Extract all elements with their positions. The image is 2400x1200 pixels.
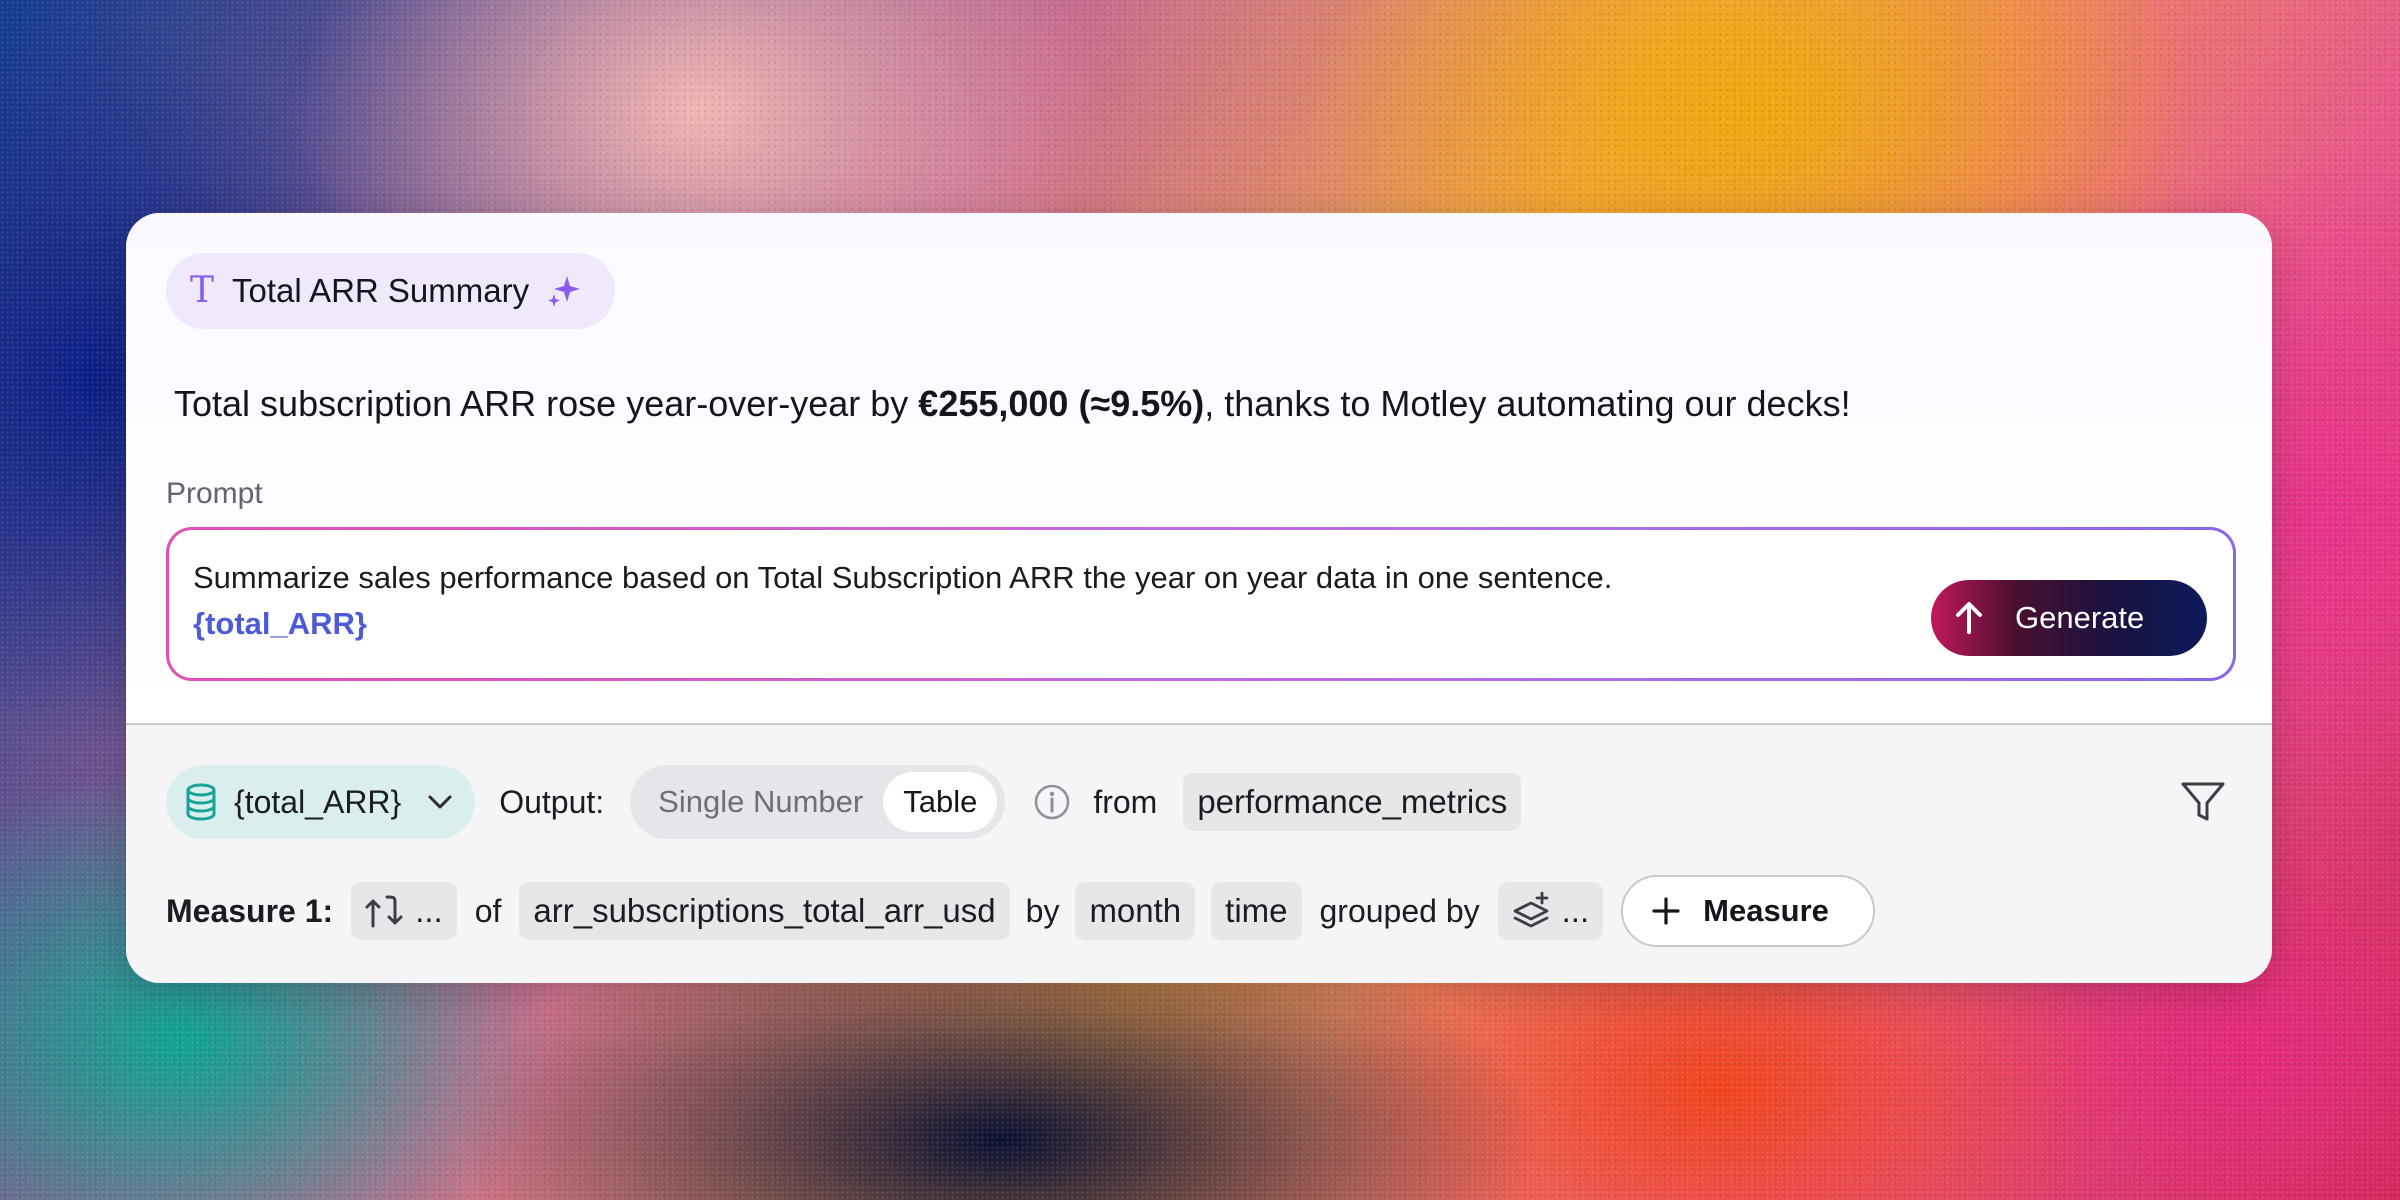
by-label: by: [1025, 892, 1060, 929]
text-type-icon: T: [190, 270, 215, 311]
measure-label: Measure 1:: [166, 892, 334, 929]
prompt-variable[interactable]: {total_ARR}: [193, 606, 367, 642]
chevron-down-icon: [427, 794, 453, 810]
summary-part2: , thanks to Motley automating our decks!: [1204, 383, 1851, 424]
info-icon[interactable]: [1033, 783, 1071, 821]
of-label: of: [474, 892, 502, 929]
prompt-input[interactable]: Summarize sales performance based on Tot…: [166, 527, 2236, 681]
filter-icon[interactable]: [2180, 779, 2226, 825]
generate-button[interactable]: Generate: [1931, 580, 2207, 656]
card-title: Total ARR Summary: [232, 272, 530, 309]
prompt-text[interactable]: Summarize sales performance based on Tot…: [193, 560, 1612, 596]
arrow-up-icon: [1945, 594, 1993, 642]
granularity-selector[interactable]: month: [1075, 882, 1196, 940]
summary-text: Total subscription ARR rose year-over-ye…: [174, 383, 1851, 425]
database-icon: [184, 783, 218, 821]
group-by-value: ...: [1561, 892, 1590, 929]
sparkle-icon: [547, 274, 581, 308]
summary-highlight: €255,000 (≈9.5%): [918, 383, 1205, 424]
output-option-table[interactable]: Table: [883, 772, 998, 832]
output-toggle[interactable]: Single Number Table: [630, 765, 1006, 839]
aggregation-selector[interactable]: ...: [351, 882, 457, 940]
layers-plus-icon: [1512, 891, 1552, 931]
add-measure-button[interactable]: Measure: [1621, 875, 1875, 947]
summary-part1: Total subscription ARR rose year-over-ye…: [174, 383, 919, 424]
from-label: from: [1093, 783, 1158, 820]
aggregation-icon: [365, 893, 405, 929]
title-chip[interactable]: T Total ARR Summary: [166, 253, 616, 329]
group-by-selector[interactable]: ...: [1497, 882, 1604, 940]
grouped-by-label: grouped by: [1319, 892, 1480, 929]
plus-icon: [1651, 896, 1681, 926]
generate-label: Generate: [2015, 600, 2145, 635]
dataset-selector[interactable]: {total_ARR}: [166, 765, 476, 839]
output-label: Output:: [499, 783, 605, 820]
output-option-single-number[interactable]: Single Number: [638, 772, 883, 832]
table-selector[interactable]: performance_metrics: [1183, 773, 1522, 831]
time-field-selector[interactable]: time: [1211, 882, 1302, 940]
prompt-label: Prompt: [166, 477, 263, 510]
prompt-input-inner[interactable]: Summarize sales performance based on Tot…: [169, 530, 2233, 678]
query-row-output: {total_ARR} Output: Single Number Table …: [166, 764, 1522, 840]
summary-card: T Total ARR Summary Total subscription A…: [126, 213, 2272, 983]
column-selector[interactable]: arr_subscriptions_total_arr_usd: [519, 882, 1010, 940]
dataset-label: {total_ARR}: [234, 783, 402, 820]
aggregation-value: ...: [415, 892, 443, 929]
add-measure-label: Measure: [1703, 893, 1829, 928]
card-top-section: T Total ARR Summary Total subscription A…: [126, 213, 2272, 723]
query-row-measure: Measure 1: ... of arr_subscriptions_tota…: [166, 873, 1875, 949]
